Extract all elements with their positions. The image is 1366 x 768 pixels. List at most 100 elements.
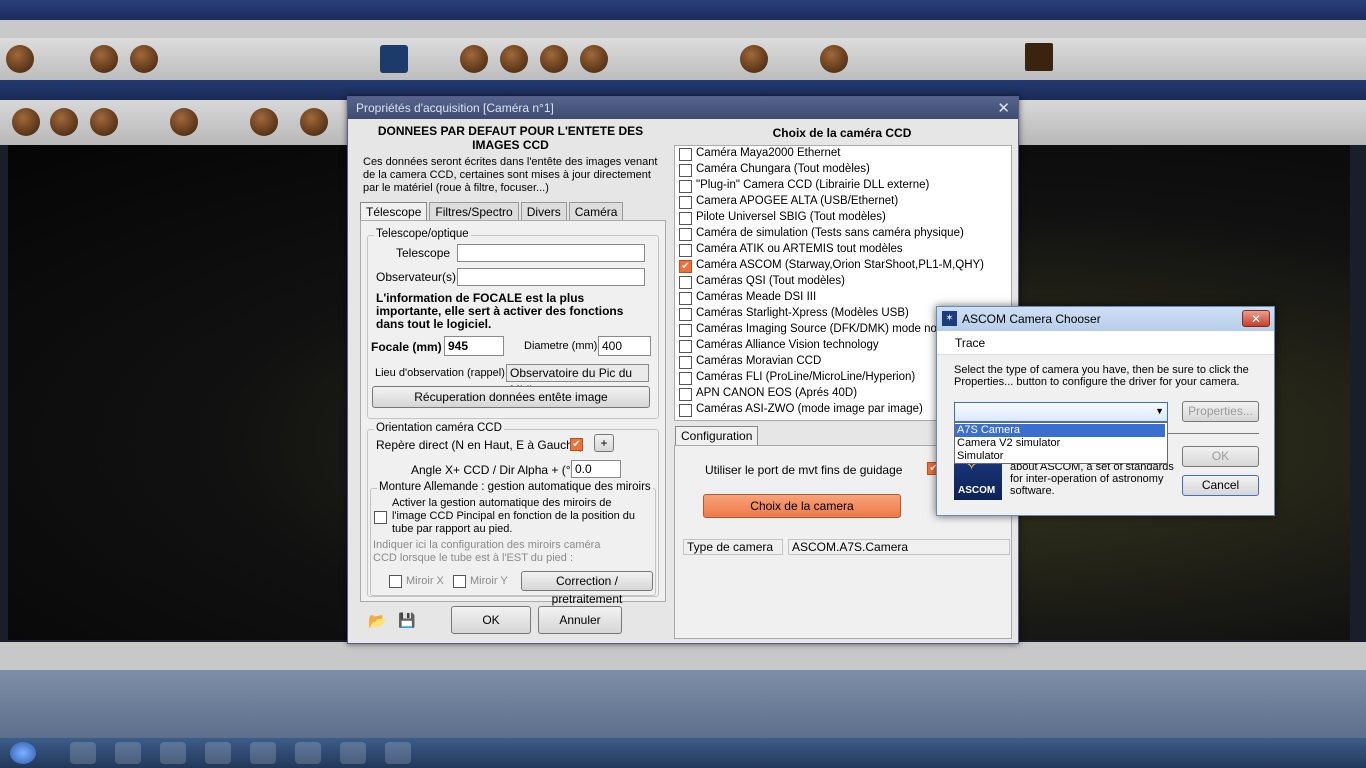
- close-icon[interactable]: ✕: [1242, 310, 1270, 327]
- desktop-background: [0, 670, 1366, 738]
- camera-list-item[interactable]: Caméra Chungara (Tout modèles): [679, 163, 1009, 179]
- camera-checkbox[interactable]: [679, 308, 692, 321]
- dropdown-option[interactable]: Simulator: [955, 450, 1165, 463]
- telescope-input[interactable]: [457, 244, 645, 262]
- camera-checkbox[interactable]: [679, 276, 692, 289]
- recover-header-button[interactable]: Récuperation données entête image: [372, 386, 650, 408]
- ascom-title-bar: ✶ ASCOM Camera Chooser ✕: [937, 307, 1274, 331]
- camera-checkbox[interactable]: [679, 356, 692, 369]
- toolbar-icon[interactable]: [12, 108, 40, 136]
- taskbar-app-icon[interactable]: [205, 742, 231, 764]
- camera-checkbox[interactable]: [679, 388, 692, 401]
- camera-label: Caméras Moravian CCD: [696, 355, 822, 367]
- location-input[interactable]: Observatoire du Pic du Midi: [506, 364, 649, 397]
- toolbar-icon[interactable]: [50, 108, 78, 136]
- camera-list-item[interactable]: Caméras Meade DSI III: [679, 291, 1009, 307]
- taskbar-app-icon[interactable]: [70, 742, 96, 764]
- camera-checkbox[interactable]: [679, 180, 692, 193]
- save-icon[interactable]: 💾: [398, 612, 415, 629]
- cancel-button[interactable]: Annuler: [538, 606, 622, 634]
- open-folder-icon[interactable]: 📂: [368, 612, 387, 630]
- ok-button[interactable]: OK: [451, 606, 531, 634]
- camera-select[interactable]: ▼: [954, 402, 1168, 422]
- mount-group: Monture Allemande : gestion automatique …: [370, 481, 656, 606]
- toolbar-icon[interactable]: [540, 45, 568, 73]
- camera-label: Caméras QSI (Tout modèles): [696, 275, 845, 287]
- tab-configuration[interactable]: Configuration: [675, 426, 759, 445]
- toolbar-icon[interactable]: [500, 45, 528, 73]
- camera-checkbox[interactable]: [679, 292, 692, 305]
- camera-checkbox[interactable]: [679, 244, 692, 257]
- tab-telescope[interactable]: Télescope: [360, 202, 428, 221]
- properties-button[interactable]: Properties...: [1182, 401, 1259, 422]
- ascom-ok-button[interactable]: OK: [1182, 446, 1259, 467]
- camera-checkbox[interactable]: [679, 340, 692, 353]
- tab-camera[interactable]: Caméra: [568, 202, 624, 221]
- toolbar-icon[interactable]: [580, 45, 608, 73]
- plus-button[interactable]: +: [594, 434, 614, 452]
- camera-list-item[interactable]: Caméra Maya2000 Ethernet: [679, 147, 1009, 163]
- mirror-y-label: Miroir Y: [470, 575, 508, 587]
- camera-type-value: ASCOM.A7S.Camera: [788, 539, 1010, 555]
- toolbar-icon[interactable]: [130, 45, 158, 73]
- choose-camera-button[interactable]: Choix de la camera: [703, 494, 901, 518]
- mirror-y-checkbox[interactable]: [453, 575, 466, 588]
- camera-label: Caméra Maya2000 Ethernet: [696, 147, 841, 159]
- taskbar-app-icon[interactable]: [295, 742, 321, 764]
- toolbar-icon[interactable]: [380, 45, 408, 73]
- camera-label: Caméras Meade DSI III: [696, 291, 817, 303]
- focal-input[interactable]: 945: [444, 336, 504, 356]
- tab-filters[interactable]: Filtres/Spectro: [429, 202, 519, 221]
- mirror-x-checkbox[interactable]: [389, 575, 402, 588]
- ascom-cancel-button[interactable]: Cancel: [1182, 475, 1259, 496]
- toolbar-icon[interactable]: [740, 45, 768, 73]
- camera-checkbox[interactable]: ✔: [679, 260, 692, 273]
- camera-checkbox[interactable]: [679, 196, 692, 209]
- ascom-instructions: Select the type of camera you have, then…: [954, 364, 1249, 388]
- taskbar-app-icon[interactable]: [160, 742, 186, 764]
- toolbar-icon[interactable]: [1025, 43, 1053, 71]
- camera-checkbox[interactable]: [679, 372, 692, 385]
- camera-checkbox[interactable]: [679, 228, 692, 241]
- taskbar-app-icon[interactable]: [340, 742, 366, 764]
- camera-list-item[interactable]: Camera APOGEE ALTA (USB/Ethernet): [679, 195, 1009, 211]
- toolbar-icon[interactable]: [820, 45, 848, 73]
- camera-dropdown-list[interactable]: A7S Camera Camera V2 simulator Simulator: [954, 422, 1168, 464]
- camera-list-item[interactable]: Caméras QSI (Tout modèles): [679, 275, 1009, 291]
- taskbar-app-icon[interactable]: [115, 742, 141, 764]
- tab-divers[interactable]: Divers: [520, 202, 567, 221]
- auto-mirror-checkbox[interactable]: [374, 511, 387, 524]
- toolbar-icon[interactable]: [300, 108, 328, 136]
- taskbar-app-icon[interactable]: [250, 742, 276, 764]
- correction-button[interactable]: Correction / pretraitement: [521, 571, 653, 606]
- camera-list-item[interactable]: Caméra ATIK ou ARTEMIS tout modèles: [679, 243, 1009, 259]
- toolbar-icon[interactable]: [90, 45, 118, 73]
- direct-frame-checkbox[interactable]: ✔: [570, 438, 583, 451]
- dropdown-option[interactable]: A7S Camera: [955, 424, 1165, 437]
- camera-checkbox[interactable]: [679, 324, 692, 337]
- taskbar-app-icon[interactable]: [385, 742, 411, 764]
- observer-input[interactable]: [457, 268, 645, 286]
- dialog-title: Propriétés d'acquisition [Caméra n°1]: [356, 101, 554, 115]
- toolbar-icon[interactable]: [6, 45, 34, 73]
- toolbar-icon[interactable]: [250, 108, 278, 136]
- camera-list-item[interactable]: Caméra de simulation (Tests sans caméra …: [679, 227, 1009, 243]
- camera-choice-header: Choix de la caméra CCD: [772, 126, 912, 140]
- dropdown-option[interactable]: Camera V2 simulator: [955, 437, 1165, 450]
- camera-checkbox[interactable]: [679, 404, 692, 417]
- start-button-icon[interactable]: [10, 742, 36, 764]
- camera-checkbox[interactable]: [679, 164, 692, 177]
- ascom-logo-text: ASCOM: [958, 485, 996, 496]
- camera-checkbox[interactable]: [679, 212, 692, 225]
- menu-trace[interactable]: Trace: [955, 336, 985, 350]
- close-icon[interactable]: ✕: [997, 99, 1010, 117]
- camera-list-item[interactable]: ✔ Caméra ASCOM (Starway,Orion StarShoot,P…: [679, 259, 1009, 275]
- camera-list-item[interactable]: "Plug-in" Camera CCD (Librairie DLL exte…: [679, 179, 1009, 195]
- camera-checkbox[interactable]: [679, 148, 692, 161]
- diameter-input[interactable]: 400: [598, 336, 651, 356]
- angle-input[interactable]: 0.0: [571, 460, 621, 478]
- toolbar-icon[interactable]: [90, 108, 118, 136]
- camera-list-item[interactable]: Pilote Universel SBIG (Tout modèles): [679, 211, 1009, 227]
- toolbar-icon[interactable]: [460, 45, 488, 73]
- toolbar-icon[interactable]: [170, 108, 198, 136]
